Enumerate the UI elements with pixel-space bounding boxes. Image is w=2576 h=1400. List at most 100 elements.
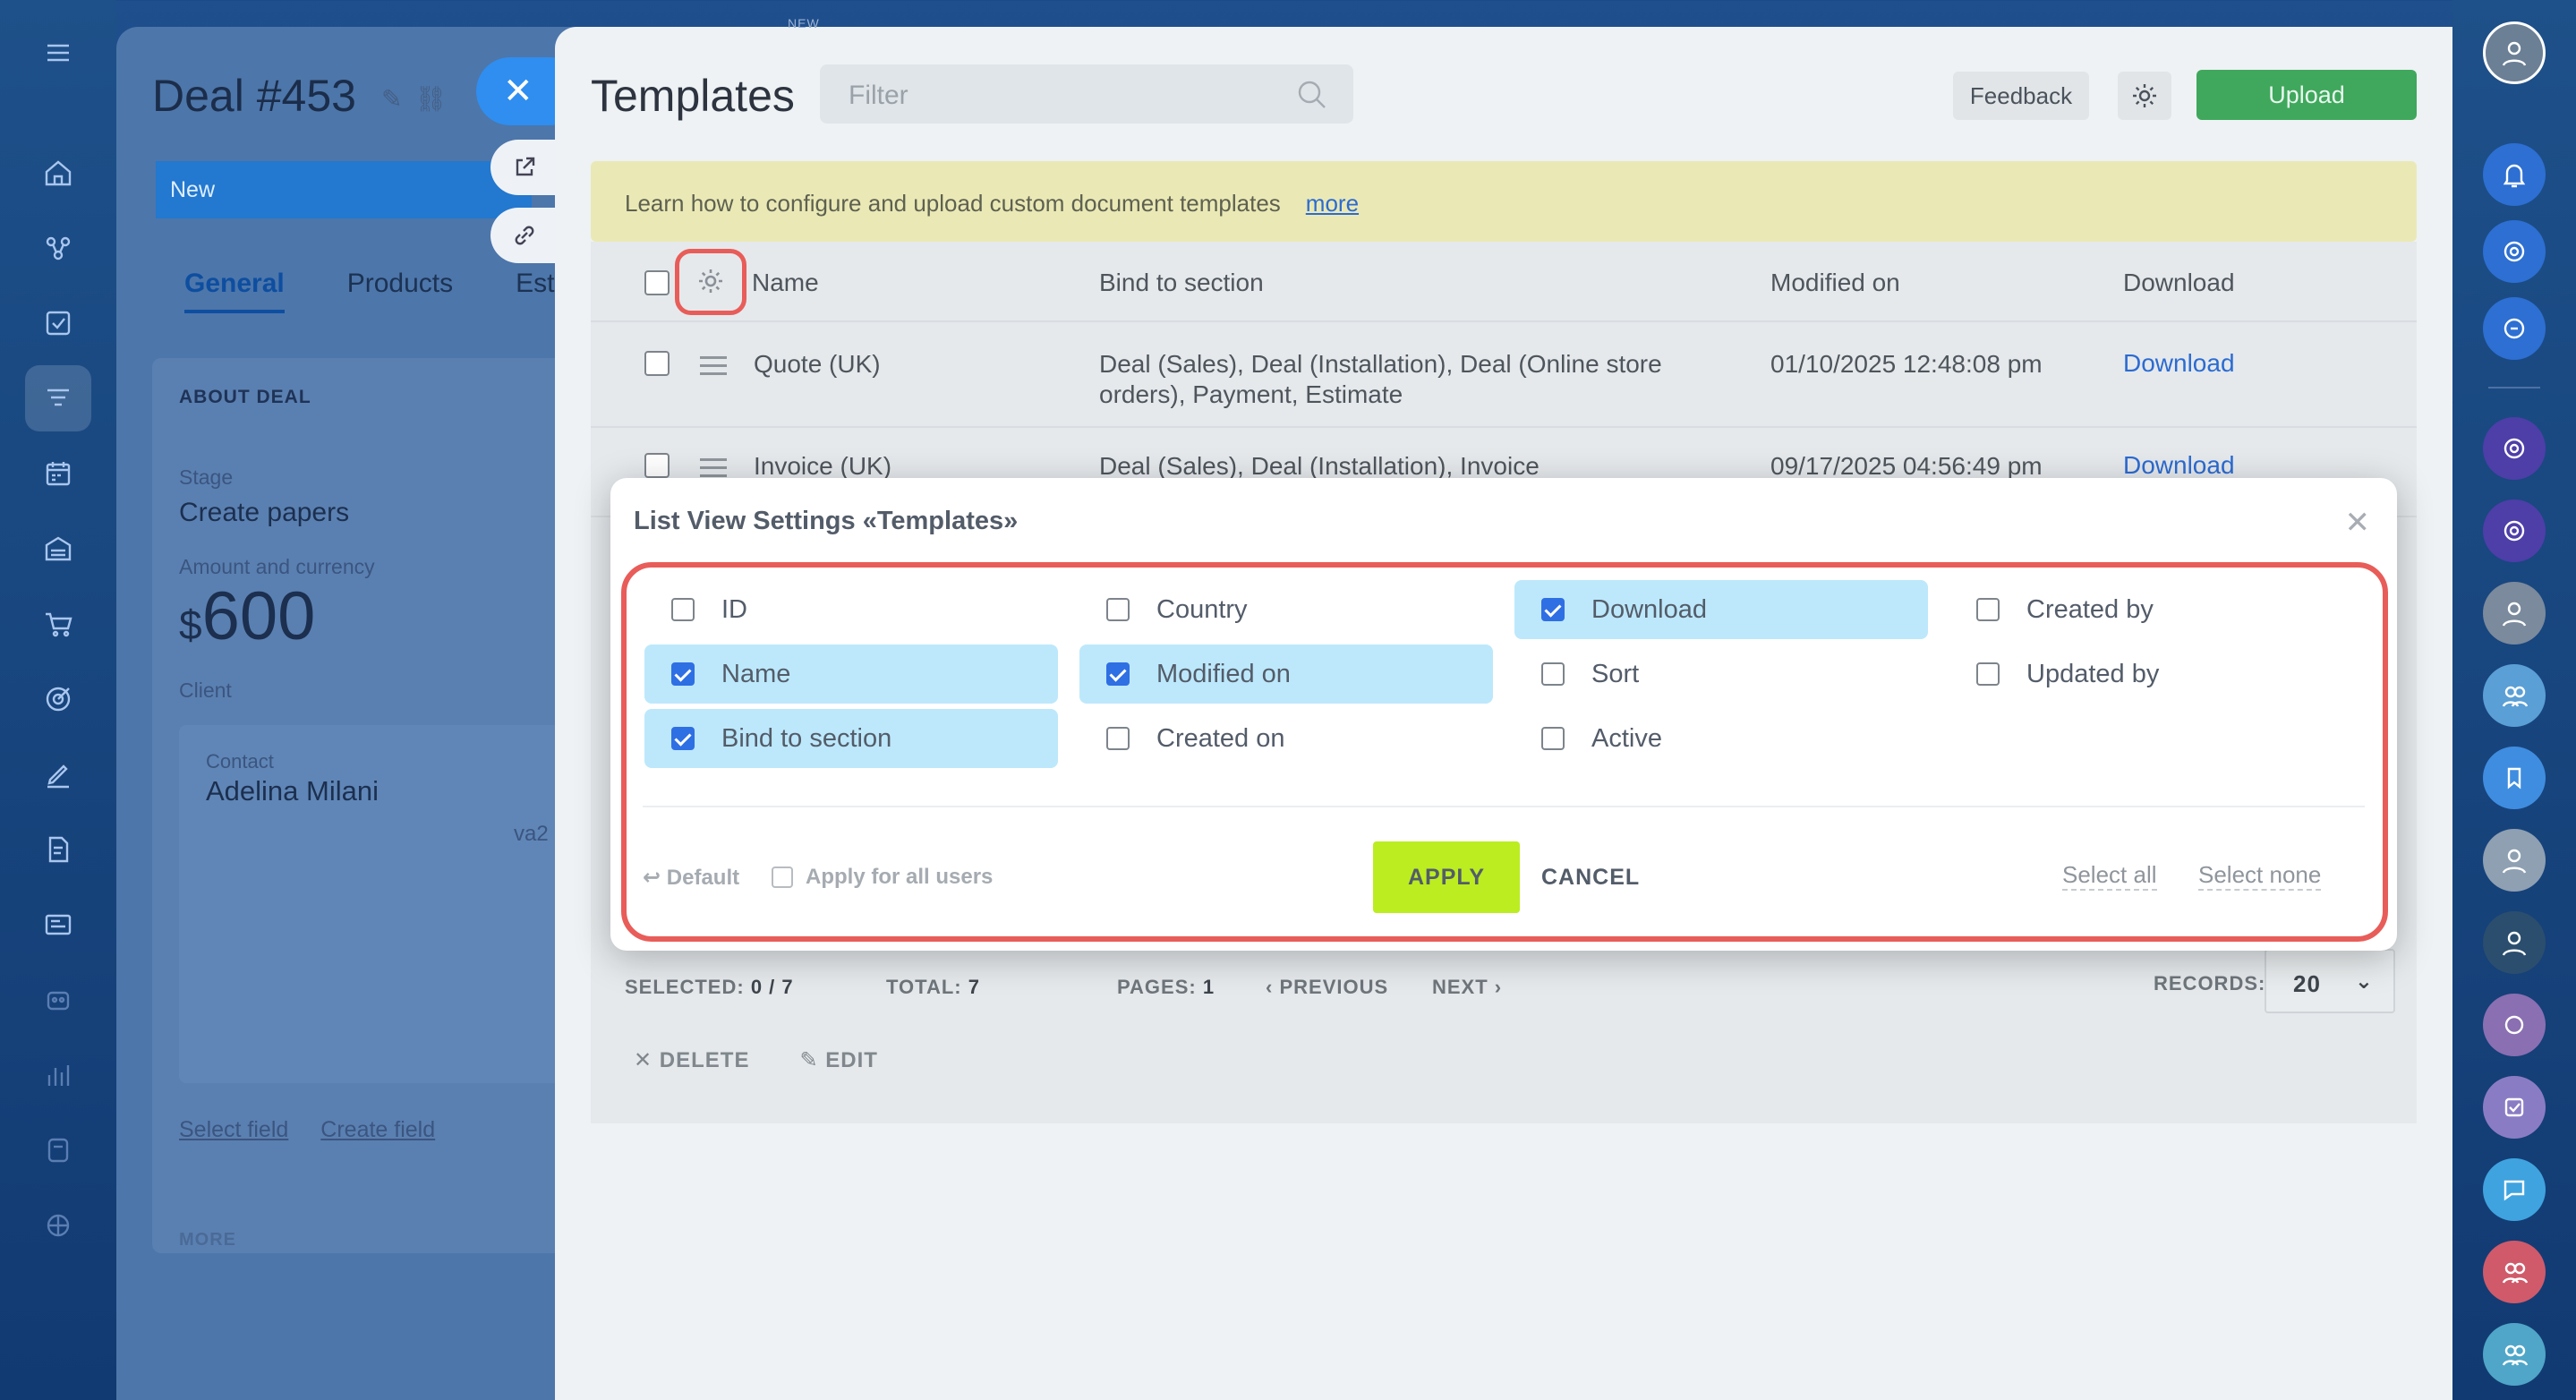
checkbox[interactable] <box>671 727 695 750</box>
bookmark-icon[interactable] <box>2483 747 2546 809</box>
table-row[interactable]: Quote (UK) Deal (Sales), Deal (Installat… <box>591 322 2417 428</box>
group-chat-icon[interactable] <box>2483 664 2546 727</box>
checkbox[interactable] <box>1976 598 2000 621</box>
drag-handle-icon[interactable] <box>700 356 727 376</box>
crm-icon[interactable] <box>25 215 91 281</box>
row-download-link[interactable]: Download <box>2123 349 2235 378</box>
contact-avatar[interactable] <box>2483 582 2546 645</box>
option-name[interactable]: Name <box>644 645 1058 704</box>
option-created-by[interactable]: Created by <box>1949 580 2363 639</box>
column-modified-on[interactable]: Modified on <box>1770 269 1900 297</box>
checkbox[interactable] <box>1106 598 1130 621</box>
settings-button[interactable] <box>2118 72 2171 120</box>
user-avatar[interactable] <box>2483 21 2546 84</box>
target-icon[interactable] <box>25 666 91 732</box>
feedback-button[interactable]: Feedback <box>1953 72 2089 120</box>
row-download-link[interactable]: Download <box>2123 451 2235 480</box>
option-active[interactable]: Active <box>1514 709 1928 768</box>
filter-input[interactable]: Filter <box>820 64 1353 124</box>
marketplace-icon[interactable] <box>25 1117 91 1183</box>
column-download[interactable]: Download <box>2123 269 2235 297</box>
checkbox[interactable] <box>671 598 695 621</box>
storage-icon[interactable] <box>25 516 91 582</box>
apply-for-all-users-checkbox[interactable]: Apply for all users <box>772 865 993 890</box>
select-none-link[interactable]: Select none <box>2198 861 2322 891</box>
select-all-checkbox[interactable] <box>644 270 670 295</box>
edit-icon[interactable]: ✎⛓ <box>381 84 459 114</box>
amount-value[interactable]: $600 <box>179 577 315 655</box>
create-field-link[interactable]: Create field <box>320 1117 435 1143</box>
tab-general[interactable]: General <box>184 269 285 313</box>
menu-icon[interactable] <box>25 20 91 86</box>
checkbox[interactable] <box>1976 662 2000 686</box>
funnel-icon[interactable] <box>25 365 91 431</box>
info-more-link[interactable]: more <box>1306 190 1359 217</box>
checkbox[interactable] <box>671 662 695 686</box>
close-icon[interactable]: ✕ <box>2345 505 2371 541</box>
notifications-icon[interactable] <box>2483 143 2546 206</box>
checkbox[interactable] <box>772 866 793 888</box>
option-updated-by[interactable]: Updated by <box>1949 645 2363 704</box>
copilot-chat-icon[interactable] <box>2483 499 2546 562</box>
option-id[interactable]: ID <box>644 580 1058 639</box>
checkbox[interactable] <box>1106 662 1130 686</box>
analytics-icon[interactable] <box>25 1042 91 1108</box>
select-all-link[interactable]: Select all <box>2062 861 2157 891</box>
cart-icon[interactable] <box>25 591 91 657</box>
search-chat-icon[interactable] <box>2483 297 2546 360</box>
cancel-button[interactable]: CANCEL <box>1541 865 1640 891</box>
home-icon[interactable] <box>25 140 91 206</box>
select-field-link[interactable]: Select field <box>179 1117 288 1143</box>
row-checkbox[interactable] <box>644 453 670 478</box>
upload-button[interactable]: Upload <box>2196 70 2417 120</box>
stage-value[interactable]: Create papers <box>179 498 349 528</box>
option-created-on[interactable]: Created on <box>1079 709 1493 768</box>
checkbox[interactable] <box>1541 662 1565 686</box>
document-icon[interactable] <box>25 816 91 883</box>
edit-button[interactable]: ✎ EDIT <box>799 1047 877 1073</box>
search-icon[interactable] <box>1294 77 1330 113</box>
tasks-chat-icon[interactable] <box>2483 1076 2546 1139</box>
tab-products[interactable]: Products <box>347 269 453 313</box>
next-label: NEXT <box>1432 976 1488 998</box>
settings-icon[interactable] <box>25 1192 91 1259</box>
option-modified-on[interactable]: Modified on <box>1079 645 1493 704</box>
delete-button[interactable]: ✕ DELETE <box>634 1047 749 1073</box>
robot-icon[interactable] <box>25 967 91 1033</box>
option-country[interactable]: Country <box>1079 580 1493 639</box>
row-checkbox[interactable] <box>644 351 670 376</box>
contact-avatar[interactable] <box>2483 994 2546 1056</box>
grid-actions: ✕ DELETE ✎ EDIT <box>634 1047 878 1073</box>
column-name[interactable]: Name <box>752 269 819 297</box>
apply-all-label: Apply for all users <box>806 865 994 889</box>
open-new-window-button[interactable] <box>490 140 559 195</box>
calendar-icon[interactable] <box>25 440 91 507</box>
contact-name[interactable]: Adelina Milani <box>206 775 379 807</box>
default-link[interactable]: ↩ Default <box>643 865 739 891</box>
group-chat-icon[interactable] <box>2483 1241 2546 1303</box>
option-sort[interactable]: Sort <box>1514 645 1928 704</box>
option-bind-to-section[interactable]: Bind to section <box>644 709 1058 768</box>
copy-link-button[interactable] <box>490 208 559 263</box>
checkbox[interactable] <box>1541 598 1565 621</box>
message-icon[interactable] <box>2483 1158 2546 1221</box>
group-chat-icon[interactable] <box>2483 1323 2546 1386</box>
option-download[interactable]: Download <box>1514 580 1928 639</box>
stage-bar[interactable]: New <box>156 161 532 218</box>
checkbox[interactable] <box>1106 727 1130 750</box>
sign-icon[interactable] <box>25 741 91 807</box>
checkbox[interactable] <box>1541 727 1565 750</box>
tab-estimates[interactable]: Est <box>516 269 554 313</box>
drag-handle-icon[interactable] <box>700 458 727 478</box>
copilot-chat-icon[interactable] <box>2483 417 2546 480</box>
contact-avatar[interactable] <box>2483 911 2546 974</box>
previous-page-button[interactable]: ‹ PREVIOUS <box>1266 976 1388 999</box>
apply-button[interactable]: APPLY <box>1373 841 1520 913</box>
contact-avatar[interactable] <box>2483 829 2546 892</box>
column-bind-to-section[interactable]: Bind to section <box>1099 269 1264 297</box>
activity-stream-icon[interactable] <box>2483 220 2546 283</box>
next-page-button[interactable]: NEXT › <box>1432 976 1502 999</box>
records-select[interactable]: 20 ⌄ <box>2265 949 2395 1013</box>
contact-center-icon[interactable] <box>25 892 91 958</box>
tasks-icon[interactable] <box>25 290 91 356</box>
